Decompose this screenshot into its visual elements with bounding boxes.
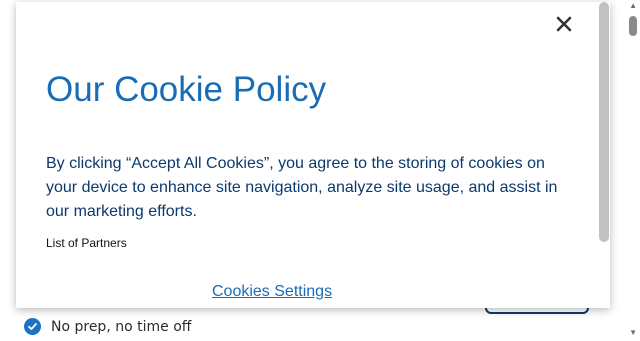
scroll-down-arrow-icon[interactable]: ▼ — [629, 329, 637, 337]
page-scrollbar-thumb[interactable] — [629, 16, 637, 36]
dialog-scrollbar[interactable] — [596, 2, 610, 308]
dialog-description: By clicking “Accept All Cookies”, you ag… — [46, 155, 558, 220]
feature-list-item: No prep, no time off — [24, 318, 191, 335]
scroll-up-arrow-icon[interactable]: ▲ — [629, 2, 637, 10]
cookies-settings-link[interactable]: Cookies Settings — [212, 283, 332, 301]
dialog-title: Our Cookie Policy — [46, 70, 327, 109]
close-icon[interactable] — [554, 14, 574, 34]
page: No prep, no time off ▲ ▼ Our Cookie Poli… — [0, 0, 640, 341]
feature-list-item-label: No prep, no time off — [51, 318, 192, 335]
dialog-scrollbar-thumb[interactable] — [599, 2, 609, 242]
close-button[interactable] — [554, 14, 574, 34]
checkmark-icon — [24, 318, 41, 335]
list-of-partners-link[interactable]: List of Partners — [46, 236, 127, 250]
page-scrollbar[interactable]: ▲ ▼ — [626, 0, 640, 341]
cookie-policy-dialog: Our Cookie Policy By clicking “Accept Al… — [16, 2, 610, 308]
